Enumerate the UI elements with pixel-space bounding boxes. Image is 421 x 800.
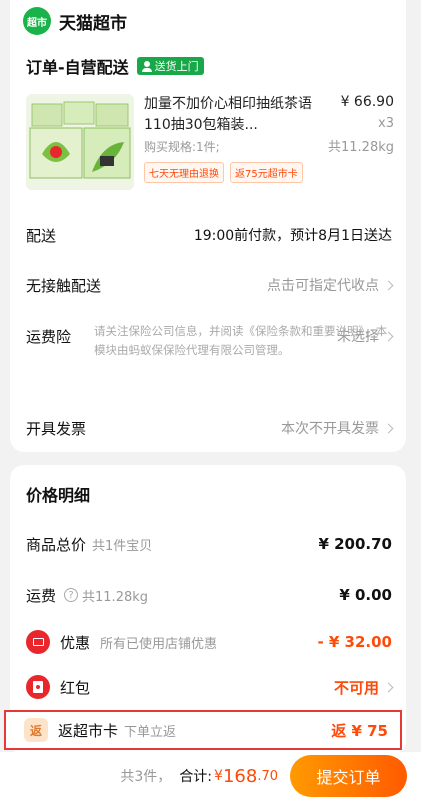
help-icon[interactable]: ? <box>64 588 79 602</box>
rebate-amount: 返 ¥ 75 <box>331 721 388 740</box>
rebate-card-row[interactable]: 返 返超市卡 下单立返 返 ¥ 75 <box>4 710 402 750</box>
contactless-row[interactable]: 无接触配送 点击可指定代收点 <box>10 270 406 300</box>
goods-total-row: 商品总价 共1件宝贝 ¥ 200.70 <box>10 529 406 559</box>
checkout-bar: 共3件， 合计: ¥ 168 .70 提交订单 <box>0 752 421 800</box>
order-title: 订单-自营配送 <box>26 58 129 77</box>
chevron-right-icon <box>383 423 394 433</box>
coupon-icon <box>26 630 50 654</box>
store-name: 天猫超市 <box>59 13 127 34</box>
chevron-right-icon <box>383 280 394 290</box>
shipping-fee-amount: ¥ 0.00 <box>339 586 392 604</box>
store-logo: 超市 <box>23 7 51 35</box>
product-item[interactable]: 加量不加价心相印抽纸茶语110抽30包箱装... 购买规格:1件; 七天无理由退… <box>10 94 406 204</box>
delivery-tag: 送货上门 <box>136 57 204 75</box>
discount-amount: - ¥ 32.00 <box>317 633 392 651</box>
delivery-value: 19:00前付款，预计8月1日送达 <box>193 228 392 244</box>
goods-total-label: 商品总价 <box>26 535 87 554</box>
invoice-value: 本次不开具发票 <box>281 421 379 437</box>
shipping-fee-row: 运费 ? 共11.28kg ¥ 0.00 <box>10 580 406 610</box>
total-integer: 168 <box>222 765 258 787</box>
item-count: 共3件， <box>120 769 172 785</box>
goods-count: 共1件宝贝 <box>92 538 153 554</box>
product-price: ¥ 66.90 <box>340 94 394 110</box>
rebate-note: 下单立返 <box>124 724 177 740</box>
store-header[interactable]: 超市 天猫超市 <box>10 6 406 36</box>
red-packet-label: 红包 <box>60 678 91 697</box>
product-tags: 七天无理由退换 返75元超市卡 <box>144 162 303 183</box>
rebate-icon: 返 <box>24 718 48 742</box>
contactless-label: 无接触配送 <box>26 276 102 295</box>
submit-order-button[interactable]: 提交订单 <box>290 755 407 797</box>
discount-label: 优惠 <box>60 633 91 652</box>
product-title[interactable]: 加量不加价心相印抽纸茶语110抽30包箱装... <box>144 94 316 136</box>
invoice-row[interactable]: 开具发票 本次不开具发票 <box>10 413 406 443</box>
insurance-note: 请关注保险公司信息，并阅读《保险条款和重要说明》，本模块由蚂蚁保保险代理有限公司… <box>94 324 388 357</box>
chevron-right-icon <box>383 682 394 692</box>
price-detail-title: 价格明细 <box>26 486 91 505</box>
delivery-label: 配送 <box>26 226 57 245</box>
discount-row[interactable]: 优惠 所有已使用店铺优惠 - ¥ 32.00 <box>10 627 406 657</box>
order-header: 订单-自营配送 送货上门 <box>10 52 406 80</box>
rebate-label: 返超市卡 <box>58 721 119 740</box>
shipping-insurance-label: 运费险 <box>26 327 72 346</box>
contactless-value: 点击可指定代收点 <box>267 278 379 294</box>
delivery-row: 配送 19:00前付款，预计8月1日送达 <box>10 220 406 250</box>
rebate-tag: 返75元超市卡 <box>230 162 303 183</box>
invoice-label: 开具发票 <box>26 419 87 438</box>
shipping-fee-label: 运费 <box>26 586 57 605</box>
total-currency: ¥ <box>214 768 223 784</box>
total-decimal: .70 <box>257 768 278 784</box>
red-packet-status: 不可用 <box>333 678 379 697</box>
red-packet-row[interactable]: 红包 不可用 <box>10 672 406 702</box>
delivery-tag-label: 送货上门 <box>154 60 199 73</box>
product-qty: x3 <box>378 116 394 131</box>
discount-note: 所有已使用店铺优惠 <box>100 636 218 652</box>
store-order-card: 超市 天猫超市 订单-自营配送 送货上门 加量不加价心相印抽纸茶语110抽30包… <box>10 0 406 452</box>
red-packet-icon <box>26 675 50 699</box>
total-label: 合计: <box>179 769 213 785</box>
return-policy-tag: 七天无理由退换 <box>144 162 224 183</box>
shipping-weight: 共11.28kg <box>82 589 149 605</box>
person-icon <box>141 60 152 72</box>
goods-total-amount: ¥ 200.70 <box>318 535 392 553</box>
product-spec: 购买规格:1件; <box>144 140 220 154</box>
product-weight: 共11.28kg <box>328 140 394 155</box>
product-image[interactable] <box>26 94 134 190</box>
